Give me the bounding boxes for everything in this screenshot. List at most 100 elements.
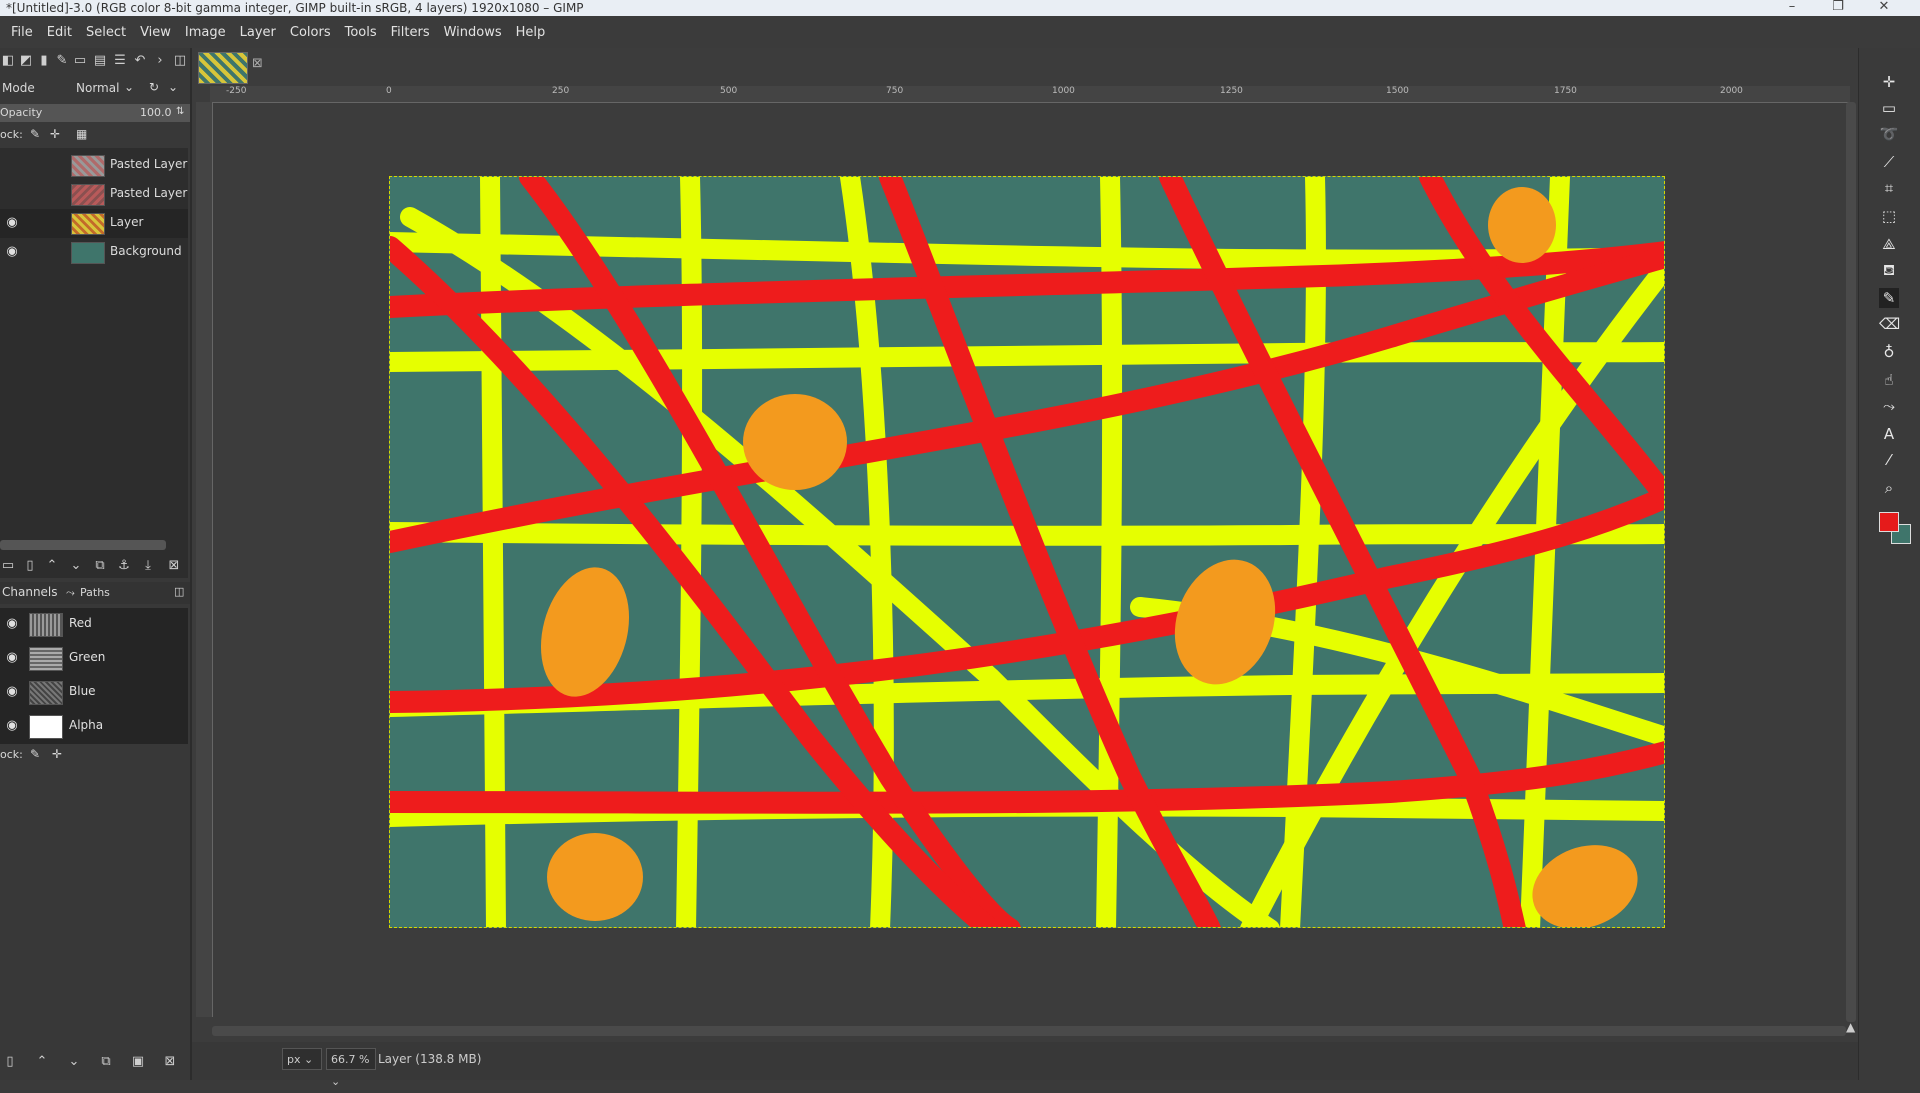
raise-layer-icon[interactable]: ⌃ <box>44 558 60 574</box>
eye-icon[interactable]: ◉ <box>3 719 21 733</box>
raise-channel-icon[interactable]: ⌃ <box>34 1054 50 1070</box>
anchor-layer-icon[interactable]: ⚓ <box>116 558 132 574</box>
lower-channel-icon[interactable]: ⌄ <box>66 1054 82 1070</box>
channel-row[interactable]: ◉ Blue <box>0 676 188 709</box>
channel-row[interactable]: ◉ Red <box>0 608 188 641</box>
layer-thumbnail <box>71 213 105 235</box>
close-button[interactable]: ✕ <box>1864 0 1904 16</box>
eye-icon[interactable]: ◉ <box>3 685 21 699</box>
dock-tab-bar: ◧ ◩ ▮ ✎ ▭ ▤ ☰ ↶ › ◫ <box>0 48 190 74</box>
spin-icon[interactable]: ⇅ <box>176 106 184 117</box>
delete-layer-icon[interactable]: ⊠ <box>166 558 182 574</box>
menu-image[interactable]: Image <box>178 25 233 40</box>
undo-tab-icon[interactable]: ▮ <box>36 53 52 69</box>
merge-layer-icon[interactable]: ⤓ <box>140 558 156 574</box>
delete-channel-icon[interactable]: ⊠ <box>162 1054 178 1070</box>
menu-colors[interactable]: Colors <box>283 25 338 40</box>
tab-paths[interactable]: Paths <box>80 586 110 599</box>
lower-layer-icon[interactable]: ⌄ <box>68 558 84 574</box>
canvas-hscrollbar[interactable] <box>212 1026 1846 1036</box>
paths-icon: ⤳ <box>66 586 75 599</box>
image-tab-thumbnail[interactable] <box>198 52 248 84</box>
warp-icon[interactable]: ⟁ <box>1879 234 1899 254</box>
minimize-button[interactable]: – <box>1772 0 1812 16</box>
menu-filters[interactable]: Filters <box>384 25 437 40</box>
eye-icon[interactable]: ◉ <box>3 651 21 665</box>
new-layer-group-icon[interactable]: ▭ <box>0 558 16 574</box>
lock-position-icon[interactable]: ✛ <box>52 747 62 761</box>
image-canvas[interactable] <box>389 176 1665 928</box>
vertical-ruler[interactable] <box>196 102 213 1017</box>
zoom-icon[interactable]: ⌕ <box>1879 478 1899 498</box>
channel-to-selection-icon[interactable]: ▣ <box>130 1054 146 1070</box>
menu-help[interactable]: Help <box>509 25 553 40</box>
layer-row-selected[interactable]: ◉ Layer <box>0 209 188 238</box>
lasso-icon[interactable]: ➰ <box>1879 124 1899 144</box>
images-tab-icon[interactable]: ▭ <box>72 53 88 69</box>
tool-options-tab-icon[interactable]: ◧ <box>0 53 16 69</box>
close-image-tab-icon[interactable]: ⊠ <box>252 56 263 71</box>
reset-mode-icon[interactable]: ↻ <box>149 80 159 94</box>
layer-row[interactable]: ◉ Background <box>0 238 188 267</box>
menu-file[interactable]: File <box>4 25 40 40</box>
menu-layer[interactable]: Layer <box>233 25 283 40</box>
lock-position-icon[interactable]: ✛ <box>50 127 60 141</box>
channel-row[interactable]: ◉ Green <box>0 642 188 675</box>
navigate-icon[interactable]: ▲ <box>1846 1020 1855 1034</box>
paintbrush-icon[interactable]: ✎ <box>1879 288 1899 308</box>
canvas-vscrollbar[interactable] <box>1846 102 1856 1022</box>
menu-tools[interactable]: Tools <box>338 25 384 40</box>
dock-menu-icon[interactable]: ◫ <box>172 53 188 69</box>
dock-menu-icon[interactable]: ◫ <box>174 585 184 598</box>
rect-select-icon[interactable]: ▭ <box>1879 98 1899 118</box>
chevron-down-icon[interactable]: ⌄ <box>168 80 178 94</box>
opacity-value[interactable]: 100.0 <box>140 106 172 119</box>
eye-icon[interactable]: ◉ <box>3 216 21 230</box>
opacity-slider[interactable]: Opacity 100.0 ⇅ <box>0 104 190 122</box>
menu-windows[interactable]: Windows <box>437 25 509 40</box>
horizontal-ruler[interactable]: -250 0 250 500 750 1000 1250 1500 1750 2… <box>210 86 1850 103</box>
ruler-tick-label: 2000 <box>1720 86 1743 96</box>
mode-select[interactable]: Normal <box>76 81 119 95</box>
color-picker-icon[interactable]: ⁄ <box>1879 450 1899 470</box>
paths-icon[interactable]: ⤳ <box>1879 396 1899 416</box>
foreground-color-swatch[interactable] <box>1879 512 1899 532</box>
ruler-tick-label: 750 <box>886 86 904 96</box>
lock-alpha-icon[interactable]: ▦ <box>76 127 87 141</box>
menu-view[interactable]: View <box>133 25 178 40</box>
fuzzy-select-icon[interactable]: ⟋ <box>1879 152 1899 172</box>
layers-tab-icon[interactable]: ▤ <box>92 53 108 69</box>
eraser-icon[interactable]: ⌫ <box>1879 314 1900 334</box>
brushes-tab-icon[interactable]: ✎ <box>54 53 70 69</box>
smudge-icon[interactable]: ☝ <box>1879 370 1899 390</box>
maximize-button[interactable]: ❐ <box>1818 0 1858 16</box>
layer-row[interactable]: Pasted Layer <box>0 180 188 209</box>
chevron-down-icon[interactable]: ⌄ <box>124 80 134 94</box>
undo-history-tab-icon[interactable]: ↶ <box>132 53 148 69</box>
menu-edit[interactable]: Edit <box>40 25 79 40</box>
crop-icon[interactable]: ⌗ <box>1879 178 1899 198</box>
channel-row[interactable]: ◉ Alpha <box>0 710 188 743</box>
move-icon[interactable]: ✛ <box>1879 72 1899 92</box>
lock-pixels-icon[interactable]: ✎ <box>30 747 40 761</box>
chevron-right-icon[interactable]: › <box>152 53 168 69</box>
layers-hscrollbar[interactable] <box>0 540 166 550</box>
zoom-select[interactable]: 66.7 % ⌄ <box>326 1048 376 1088</box>
lock-pixels-icon[interactable]: ✎ <box>30 127 40 141</box>
menu-select[interactable]: Select <box>79 25 133 40</box>
text-icon[interactable]: A <box>1879 424 1899 444</box>
layer-row[interactable]: Pasted Layer <box>0 151 188 180</box>
clone-icon[interactable]: ♁ <box>1879 342 1899 362</box>
unit-select[interactable]: px ⌄ <box>282 1048 322 1070</box>
duplicate-channel-icon[interactable]: ⧉ <box>98 1054 114 1070</box>
duplicate-layer-icon[interactable]: ⧉ <box>92 558 108 574</box>
eye-icon[interactable]: ◉ <box>3 245 21 259</box>
new-channel-icon[interactable]: ▯ <box>2 1054 18 1070</box>
bucket-fill-icon[interactable]: ⛾ <box>1879 260 1899 280</box>
eye-icon[interactable]: ◉ <box>3 617 21 631</box>
new-layer-icon[interactable]: ▯ <box>22 558 38 574</box>
tab-channels[interactable]: Channels <box>2 585 58 599</box>
unified-transform-icon[interactable]: ⬚ <box>1879 206 1899 226</box>
device-status-tab-icon[interactable]: ◩ <box>18 53 34 69</box>
history-tab-icon[interactable]: ☰ <box>112 53 128 69</box>
